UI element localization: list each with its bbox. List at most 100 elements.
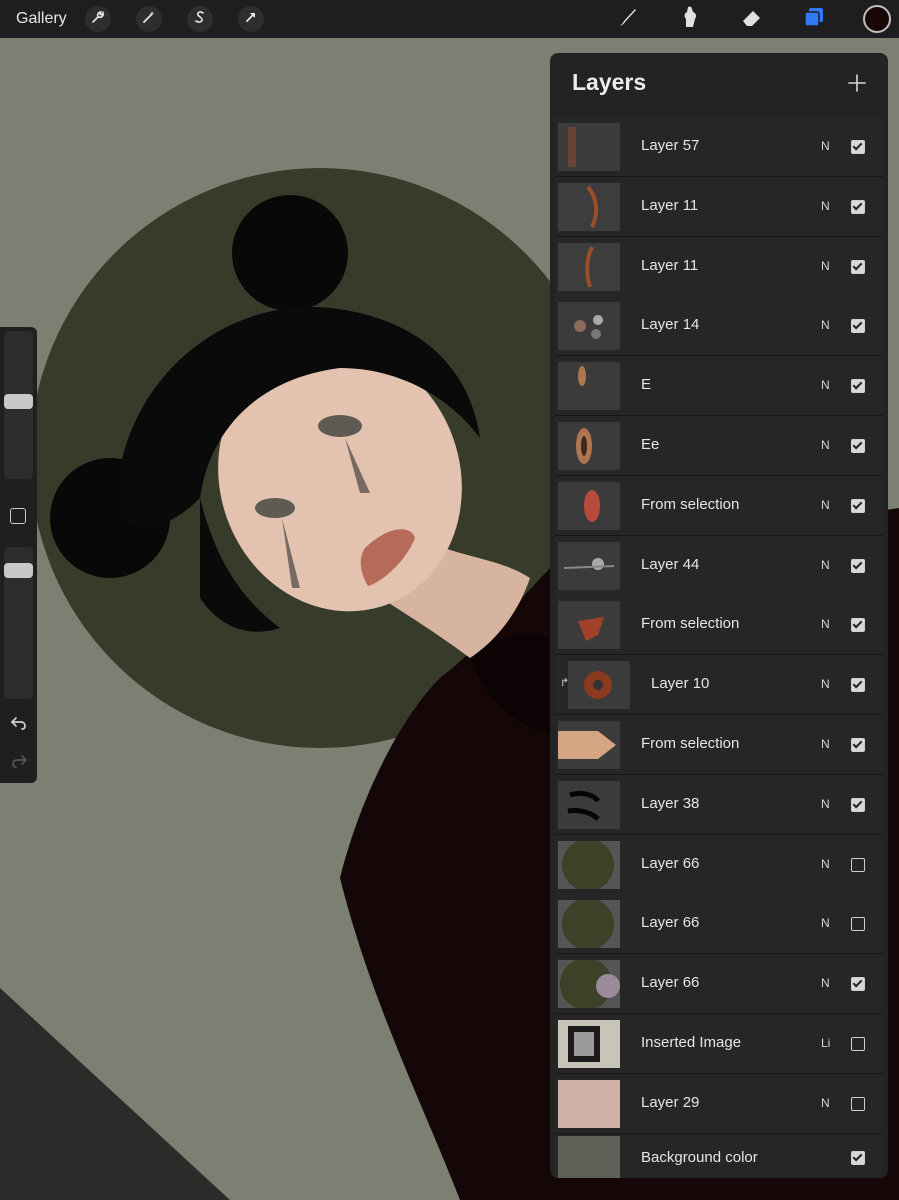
blend-mode-button[interactable]: N [821, 916, 830, 930]
layer-name: Ee [641, 436, 660, 453]
blend-mode-button[interactable]: N [821, 1096, 830, 1110]
layer-row[interactable]: From selection N [555, 715, 883, 775]
layer-row[interactable]: From selection N [555, 475, 883, 536]
visibility-checkbox[interactable] [851, 1037, 865, 1051]
layer-name: Background color [641, 1148, 758, 1166]
layer-row[interactable]: Layer 44 N [555, 535, 883, 596]
layer-thumbnail [558, 721, 620, 769]
smudge-tool-button[interactable] [677, 6, 703, 32]
layer-row[interactable]: EN [555, 356, 883, 417]
layer-thumbnail [568, 661, 630, 710]
layer-row[interactable]: ↱ Layer 10 N [555, 655, 883, 716]
visibility-checkbox[interactable] [851, 558, 865, 573]
blend-mode-button[interactable]: N [821, 378, 830, 392]
layer-name: From selection [641, 495, 740, 513]
selection-button[interactable] [186, 6, 213, 32]
layer-row[interactable]: Inserted Image Li [555, 1014, 883, 1074]
wrench-icon [91, 10, 105, 29]
opacity-slider[interactable] [4, 547, 33, 699]
visibility-checkbox[interactable] [851, 797, 865, 812]
visibility-checkbox[interactable] [851, 259, 865, 274]
blend-mode-button[interactable]: N [821, 737, 830, 751]
visibility-checkbox[interactable] [851, 498, 865, 513]
smudge-icon [678, 5, 702, 34]
layer-thumbnail [558, 182, 620, 231]
visibility-checkbox[interactable] [851, 439, 865, 453]
layer-name: Layer 10 [651, 675, 710, 693]
visibility-checkbox[interactable] [851, 738, 865, 752]
layer-row[interactable]: Layer 29 N [555, 1073, 883, 1134]
visibility-checkbox[interactable] [851, 917, 865, 932]
layer-row[interactable]: Layer 14 N [555, 296, 883, 357]
opacity-thumb[interactable] [4, 563, 33, 578]
blend-mode-button[interactable]: N [821, 259, 830, 273]
layer-thumbnail [558, 840, 620, 889]
layer-name: E [641, 376, 652, 394]
blend-mode-button[interactable]: Li [821, 1036, 830, 1050]
visibility-checkbox[interactable] [851, 379, 865, 394]
layer-row[interactable]: Layer 11 N [555, 236, 883, 297]
blend-mode-button[interactable]: N [821, 438, 830, 452]
layer-name: Layer 14 [641, 316, 700, 334]
layer-name: Layer 57 [641, 137, 700, 154]
layer-thumbnail [558, 1020, 620, 1068]
blend-mode-button[interactable]: N [821, 558, 830, 572]
blend-mode-button[interactable]: N [821, 617, 830, 631]
blend-mode-button[interactable]: N [821, 199, 830, 213]
layer-name: Layer 66 [641, 854, 700, 872]
layer-thumbnail [558, 481, 620, 530]
blend-mode-button[interactable]: N [821, 976, 830, 990]
layers-panel-header: Layers [550, 53, 888, 117]
redo-icon[interactable] [9, 751, 29, 771]
layer-row[interactable]: Layer 66 N [555, 954, 883, 1015]
blend-mode-button[interactable]: N [821, 139, 830, 153]
blend-mode-button[interactable]: N [821, 318, 830, 332]
layer-row[interactable]: Layer 66 N [555, 894, 883, 955]
visibility-checkbox[interactable] [851, 678, 865, 693]
actions-button[interactable] [84, 6, 111, 32]
layer-name: From selection [641, 735, 740, 752]
gallery-button[interactable]: Gallery [16, 10, 67, 28]
layer-name: From selection [641, 615, 740, 633]
visibility-checkbox[interactable] [851, 199, 865, 214]
layer-row[interactable]: Layer 11 N [555, 176, 883, 237]
adjustments-button[interactable] [135, 6, 162, 32]
modify-square-icon[interactable] [10, 508, 26, 524]
visibility-checkbox[interactable] [851, 977, 865, 992]
color-picker-button[interactable] [863, 5, 891, 33]
layers-panel: Layers Layer 57 N Layer 11 N Layer 11 N Layer … [550, 53, 888, 1178]
visibility-checkbox[interactable] [851, 1096, 865, 1111]
eraser-tool-button[interactable] [739, 6, 765, 32]
blend-mode-button[interactable]: N [821, 677, 830, 691]
layer-row[interactable]: From selection N [555, 595, 883, 656]
transform-button[interactable] [237, 6, 264, 32]
layer-row[interactable]: Layer 57 N [555, 117, 883, 177]
brush-tool-button[interactable] [615, 6, 641, 32]
blend-mode-button[interactable]: N [821, 857, 830, 871]
layers-tool-button[interactable] [801, 6, 827, 32]
undo-icon[interactable] [9, 713, 29, 733]
layer-row[interactable]: Background color [555, 1133, 883, 1178]
blend-mode-button[interactable]: N [821, 498, 830, 512]
visibility-checkbox[interactable] [851, 140, 865, 154]
blend-mode-button[interactable]: N [821, 797, 830, 811]
layer-row[interactable]: Layer 38 N [555, 774, 883, 835]
plus-icon[interactable] [846, 72, 868, 94]
layer-thumbnail [558, 1135, 620, 1178]
layer-name: Layer 66 [641, 974, 700, 992]
layer-thumbnail [558, 123, 620, 171]
visibility-checkbox[interactable] [851, 618, 865, 633]
visibility-checkbox[interactable] [851, 319, 865, 334]
brush-size-thumb[interactable] [4, 394, 33, 409]
visibility-checkbox[interactable] [851, 857, 865, 872]
layer-row[interactable]: Ee N [555, 416, 883, 476]
top-toolbar: Gallery [0, 0, 899, 38]
layer-row[interactable]: Layer 66 N [555, 834, 883, 895]
layer-name: Layer 38 [641, 794, 700, 812]
visibility-checkbox[interactable] [851, 1150, 865, 1165]
layer-name: Layer 44 [641, 555, 700, 573]
layer-name: Inserted Image [641, 1034, 742, 1051]
layer-name: Layer 66 [641, 914, 700, 932]
layer-thumbnail [558, 780, 620, 829]
brush-size-slider[interactable] [4, 331, 33, 479]
